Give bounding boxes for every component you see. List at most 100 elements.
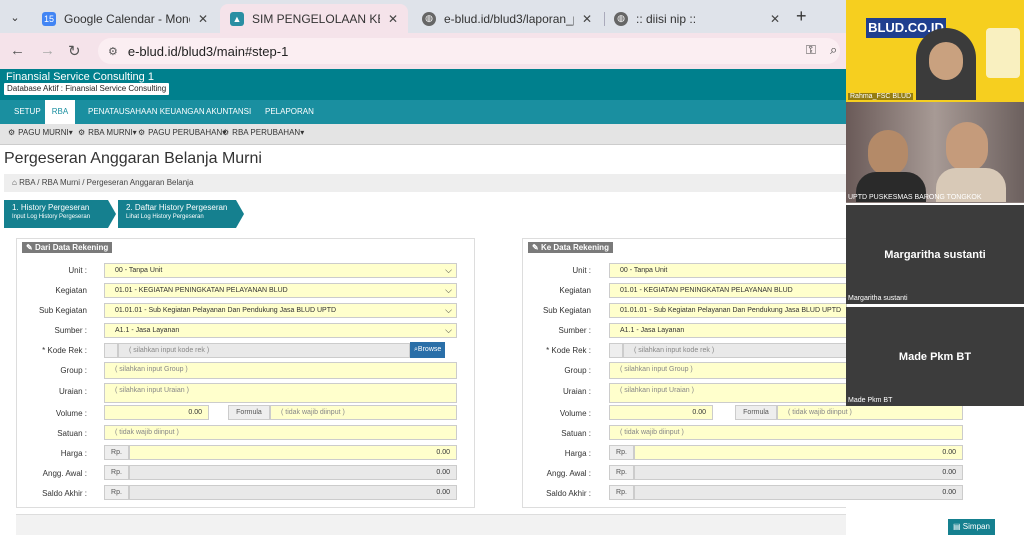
label-angg-awal: Angg. Awal : [42,469,87,478]
kegiatan-select[interactable]: 01.01 - KEGIATAN PENINGKATAN PELAYANAN B… [609,283,847,298]
address-bar[interactable]: ⚙ e-blud.id/blud3/main#step-1 [98,38,840,64]
sumber-select[interactable]: A1.1 - Jasa Layanan [609,323,847,338]
label-kegiatan: Kegiatan [55,286,87,295]
label-kegiatan: Kegiatan [559,286,591,295]
submenu-rba-perubahan[interactable]: ⚙ RBA PERUBAHAN ▾ [222,128,304,137]
kode-rek-input[interactable]: ( silahkan input kode rek ) [623,343,847,358]
unit-select[interactable]: 00 - Tanpa Unit [104,263,457,278]
label-uraian: Uraian : [562,387,591,396]
participant-name: Rahma_FSC BLUD [848,93,914,100]
zoom-icon[interactable]: ⌕ [830,42,837,58]
rp-addon: Rp. [104,465,129,480]
submenu-rba-murni[interactable]: ⚙ RBA MURNI ▾ [78,128,137,137]
sub-kegiatan-select[interactable]: 01.01.01 - Sub Kegiatan Pelayanan Dan Pe… [104,303,457,318]
kegiatan-select[interactable]: 01.01 - KEGIATAN PENINGKATAN PELAYANAN B… [104,283,457,298]
app-title: Finansial Service Consulting 1 [6,71,154,83]
step-2[interactable]: 2. Daftar History Pergeseran Lihat Log H… [118,200,236,228]
saldo-akhir-input: 0.00 [129,485,457,500]
blud-icon: ▲ [230,11,244,26]
menu-pelaporan[interactable]: PELAPORAN [259,100,320,124]
step-title: 2. Daftar History Pergeseran [126,203,228,212]
harga-input[interactable]: 0.00 [129,445,457,460]
formula-input[interactable]: ( tidak wajib diinput ) [270,405,457,420]
step-1[interactable]: 1. History Pergeseran Input Log History … [4,200,108,228]
formula-input[interactable]: ( tidak wajib diinput ) [777,405,963,420]
banner-graphic [986,28,1020,78]
browser-tab-nip[interactable]: ◍ :: diisi nip :: ✕ [604,4,790,33]
browser-tab-laporan[interactable]: ◍ e-blud.id/blud3/laporan_penat ✕ [412,4,602,33]
submenu-pagu-perubahan[interactable]: ⚙ PAGU PERUBAHAN ▾ [138,128,226,137]
satuan-input[interactable]: ( tidak wajib diinput ) [609,425,963,440]
volume-input[interactable]: 0.00 [104,405,209,420]
close-tab-icon[interactable]: ✕ [198,12,208,26]
password-key-icon[interactable]: ⚿ [806,42,816,58]
label-group: Group : [564,366,591,375]
uraian-textarea[interactable]: ( silahkan input Uraian ) [609,383,847,403]
browser-tab-calendar[interactable]: 15 Google Calendar - Monday, Ju ✕ [32,4,218,33]
submenu-pagu-murni[interactable]: ⚙ PAGU MURNI ▾ [8,128,73,137]
forward-icon[interactable]: → [40,42,55,59]
label-sumber: Sumber : [54,326,87,335]
kode-rek-input[interactable]: ( silahkan input kode rek ) [118,343,410,358]
uraian-textarea[interactable]: ( silahkan input Uraian ) [104,383,457,403]
sumber-select[interactable]: A1.1 - Jasa Layanan [104,323,457,338]
menu-rba[interactable]: RBA [45,100,75,124]
panel-legend: ✎ Ke Data Rekening [528,242,613,253]
label-volume: Volume : [559,409,591,418]
site-info-icon[interactable]: ⚙ [108,45,118,58]
label-kode-rek: * Kode Rek : [546,346,591,355]
close-tab-icon[interactable]: ✕ [770,12,780,26]
cogs-icon: ⚙ [8,128,16,137]
label-unit: Unit : [68,266,87,275]
tab-title: :: diisi nip :: [636,11,697,26]
breadcrumb-text: RBA / RBA Murni / Pergeseran Anggaran Be… [19,178,194,187]
group-textarea[interactable]: ( silahkan input Group ) [104,362,457,379]
rp-addon: Rp. [104,445,129,460]
step-subtitle: Input Log History Pergeseran [12,214,91,220]
menu-setup[interactable]: SETUP [8,100,47,124]
reload-icon[interactable]: ↻ [68,42,81,60]
calendar-icon: 15 [42,11,56,26]
caret-down-icon: ▾ [132,128,137,137]
home-icon[interactable]: ⌂ [12,178,17,187]
save-label: Simpan [962,522,990,531]
browse-button[interactable]: ⌕Browse [410,342,446,358]
angg-awal-input: 0.00 [634,465,963,480]
harga-input[interactable]: 0.00 [634,445,963,460]
sub-menu: ⚙ PAGU MURNI ▾ ⚙ RBA MURNI ▾ ⚙ PAGU PERUBAHAN… [0,124,846,145]
volume-input[interactable]: 0.00 [609,405,713,420]
submenu-label: PAGU PERUBAHAN [148,128,223,137]
label-angg-awal: Angg. Awal : [546,469,591,478]
label-harga: Harga : [60,449,87,458]
kode-rek-addon [609,343,623,358]
edit-icon: ✎ [532,243,539,252]
label-saldo-akhir: Saldo Akhir : [42,489,87,498]
label-satuan: Satuan : [57,429,87,438]
edit-icon: ✎ [26,243,33,252]
new-tab-button[interactable]: + [796,6,807,27]
formula-addon: Formula [228,405,270,420]
close-tab-icon[interactable]: ✕ [388,12,398,26]
back-icon[interactable]: ← [10,42,25,59]
menu-akuntansi[interactable]: AKUNTANSI [200,100,257,124]
sub-kegiatan-select[interactable]: 01.01.01 - Sub Kegiatan Pelayanan Dan Pe… [609,303,847,318]
label-sub-kegiatan: Sub Kegiatan [542,306,591,315]
browser-tab-sim[interactable]: ▲ SIM PENGELOLAAN KEUANGAN ✕ [220,4,408,33]
saldo-akhir-input: 0.00 [634,485,963,500]
close-tab-icon[interactable]: ✕ [582,12,592,26]
group-textarea[interactable]: ( silahkan input Group ) [609,362,847,379]
label-group: Group : [60,366,87,375]
kode-rek-addon [104,343,118,358]
label-kode-rek: * Kode Rek : [42,346,87,355]
tab-title: e-blud.id/blud3/laporan_penat [444,11,574,26]
submenu-label: PAGU MURNI [18,128,69,137]
video-tile-2: UPTD PUSKESMAS BARONG TONGKOK [846,102,1024,203]
satuan-input[interactable]: ( tidak wajib diinput ) [104,425,457,440]
unit-select[interactable]: 00 - Tanpa Unit [609,263,847,278]
panel-legend: ✎ Dari Data Rekening [22,242,113,253]
rp-addon: Rp. [609,445,634,460]
tab-search-button[interactable]: ⌄ [6,8,24,26]
tab-title: SIM PENGELOLAAN KEUANGAN [252,11,380,26]
save-button[interactable]: ▤ Simpan [948,519,995,535]
menu-penatausahaan[interactable]: PENATAUSAHAAN KEUANGAN [82,100,211,124]
